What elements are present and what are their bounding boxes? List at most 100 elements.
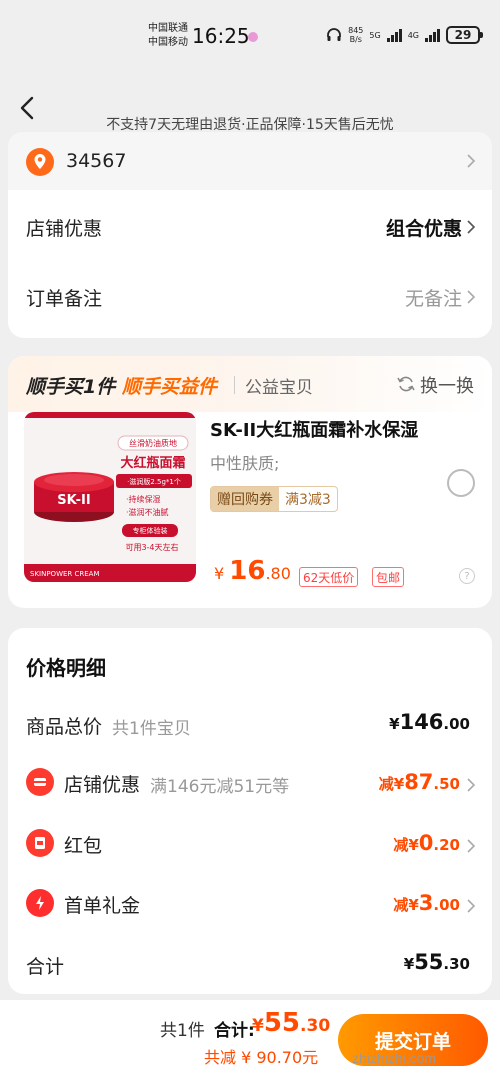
product-footer: SKINPOWER CREAM bbox=[30, 570, 100, 578]
signal-icon-2 bbox=[425, 28, 440, 42]
order-options-card: 店铺优惠 组合优惠 订单备注 无备注 bbox=[8, 190, 492, 338]
address-text: 34567 bbox=[66, 150, 127, 172]
minus-prefix: 减 bbox=[393, 836, 409, 854]
signal-icon bbox=[386, 28, 402, 42]
addon-tab-charity[interactable]: 顺手买益件 bbox=[122, 372, 217, 399]
chevron-right-icon bbox=[467, 839, 476, 853]
product-chip-1: 丝滑奶油质地 bbox=[129, 438, 177, 448]
addon-tab-charity-item[interactable]: 公益宝贝 bbox=[245, 373, 313, 398]
amount-integer: 146 bbox=[399, 710, 444, 734]
battery-level: 29 bbox=[454, 28, 472, 42]
addon-tab-buy-one[interactable]: 顺手买1件 bbox=[26, 372, 115, 399]
service-notice: 不支持7天无理由退货·正品保障·15天售后无忧 bbox=[106, 117, 394, 133]
amount-integer: 3 bbox=[418, 891, 434, 915]
first-order-amount: 减¥3.00 bbox=[393, 891, 460, 915]
order-note-label: 订单备注 bbox=[26, 288, 103, 310]
item-count: 共1件 bbox=[160, 1021, 205, 1041]
net-speed-value: 845 bbox=[348, 26, 364, 35]
refresh-button[interactable]: 换一换 bbox=[420, 372, 474, 398]
headphone-icon bbox=[327, 28, 342, 41]
checkout-total-label: 合计: bbox=[214, 1021, 255, 1041]
amount-decimal: .00 bbox=[443, 715, 470, 733]
divider bbox=[234, 376, 235, 394]
location-pin-icon bbox=[26, 148, 54, 176]
shop-discount-amount: 减¥87.50 bbox=[379, 770, 460, 794]
first-order-label: 首单礼金 bbox=[64, 895, 141, 917]
watermark: zhizhizhi.com bbox=[352, 1050, 437, 1066]
addon-product-spec[interactable]: 中性肤质; bbox=[210, 450, 279, 474]
help-icon[interactable]: ? bbox=[459, 568, 475, 584]
product-image[interactable]: SK-II 丝滑奶油质地 大红瓶面霜 ·滋润版2.5g*1个 ·持续保湿 ·滋润… bbox=[24, 412, 196, 582]
amount-decimal: .30 bbox=[443, 955, 470, 973]
addon-product-title[interactable]: SK-II大红瓶面霜补水保湿 bbox=[210, 416, 418, 442]
coupon-right: 满3减3 bbox=[285, 492, 331, 508]
coupon-left: 赠回购券 bbox=[211, 487, 279, 511]
product-headline: 大红瓶面霜 bbox=[120, 455, 185, 471]
amount-decimal: .20 bbox=[433, 836, 460, 854]
amount-integer: 87 bbox=[404, 770, 434, 794]
address-row[interactable]: 34567 bbox=[8, 132, 492, 190]
addon-price: ¥ 16.80 bbox=[214, 556, 291, 586]
total-amount: ¥55.30 bbox=[404, 950, 470, 974]
low-price-tag: 62天低价 bbox=[299, 567, 359, 587]
product-bullet-2: ·滋润不油腻 bbox=[126, 507, 169, 517]
shop-coupon-icon bbox=[26, 768, 54, 796]
refresh-icon[interactable] bbox=[396, 374, 416, 394]
price-detail-card: 价格明细 商品总价 共1件宝贝 ¥146.00 店铺优惠 满146元减51元等 … bbox=[8, 628, 492, 994]
product-chip-2: ·滋润版2.5g*1个 bbox=[127, 477, 181, 486]
addon-header: 顺手买1件 顺手买益件 公益宝贝 换一换 bbox=[8, 356, 492, 412]
free-shipping-tag: 包邮 bbox=[372, 567, 405, 587]
currency: ¥ bbox=[393, 775, 405, 793]
price-integer: 16 bbox=[229, 556, 266, 586]
network-type-2: 4G bbox=[407, 30, 419, 40]
currency: ¥ bbox=[408, 836, 419, 854]
currency: ¥ bbox=[389, 715, 400, 733]
red-packet-icon bbox=[26, 829, 54, 857]
network-type-1: 5G bbox=[369, 30, 381, 40]
currency: ¥ bbox=[403, 955, 415, 973]
addon-card: 顺手买1件 顺手买益件 公益宝贝 换一换 SK-II 丝滑奶油质地 大红瓶面霜 … bbox=[8, 356, 492, 608]
amount-decimal: .00 bbox=[433, 896, 460, 914]
goods-total-amount: ¥146.00 bbox=[389, 710, 470, 734]
minus-prefix: 减 bbox=[378, 775, 394, 793]
chevron-right-icon bbox=[467, 899, 476, 913]
shop-discount-detail-sub: 满146元减51元等 bbox=[150, 777, 290, 797]
minus-prefix: 减 bbox=[393, 896, 409, 914]
saved-amount: 共减 ¥ 90.70元 bbox=[204, 1048, 319, 1067]
goods-total-label: 商品总价 bbox=[26, 716, 103, 738]
shop-discount-detail-label: 店铺优惠 bbox=[64, 774, 141, 796]
product-brand-text: SK-II bbox=[57, 493, 90, 508]
carrier-2: 中国移动 bbox=[148, 37, 188, 48]
chevron-right-icon bbox=[467, 290, 476, 304]
chevron-right-icon bbox=[467, 154, 476, 168]
total-label: 合计 bbox=[26, 956, 65, 978]
currency: ¥ bbox=[252, 1016, 264, 1036]
notification-dot-icon bbox=[248, 32, 258, 42]
amount-decimal: .50 bbox=[433, 775, 460, 793]
shop-discount-value: 组合优惠 bbox=[385, 218, 462, 240]
red-packet-amount: 减¥0.20 bbox=[393, 831, 460, 855]
price-detail-title: 价格明细 bbox=[26, 656, 106, 680]
coupon-badge: 赠回购券 满3减3 bbox=[210, 486, 338, 512]
amount-integer: 0 bbox=[418, 831, 434, 855]
amount-integer: 55 bbox=[263, 1008, 301, 1038]
carrier-1: 中国联通 bbox=[148, 23, 188, 34]
product-image-art: SK-II 丝滑奶油质地 大红瓶面霜 ·滋润版2.5g*1个 ·持续保湿 ·滋润… bbox=[24, 412, 196, 582]
checkout-bar: 共1件 合计: ¥55.30 共减 ¥ 90.70元 提交订单 bbox=[0, 1000, 500, 1083]
product-usage: 可用3-4天左右 bbox=[125, 542, 178, 552]
goods-count: 共1件宝贝 bbox=[112, 719, 191, 739]
net-speed: 845 B/s bbox=[348, 26, 363, 44]
status-clock: 16:25 bbox=[192, 24, 250, 48]
status-icons: 845 B/s 5G 4G 29 bbox=[326, 26, 483, 44]
chevron-right-icon bbox=[467, 778, 476, 792]
currency: ¥ bbox=[408, 896, 419, 914]
product-badge: 专柜体验装 bbox=[133, 526, 168, 535]
lightning-icon bbox=[26, 889, 54, 917]
checkout-total-amount: ¥55.30 bbox=[252, 1008, 330, 1038]
status-bar: 中国联通 中国移动 16:25 845 B/s 5G 4G 29 bbox=[0, 0, 500, 70]
red-packet-label: 红包 bbox=[64, 835, 103, 857]
product-bullet-1: ·持续保湿 bbox=[126, 494, 161, 504]
addon-select-checkbox[interactable] bbox=[447, 469, 475, 497]
price-currency: ¥ bbox=[214, 564, 225, 583]
order-note-value: 无备注 bbox=[404, 288, 462, 310]
